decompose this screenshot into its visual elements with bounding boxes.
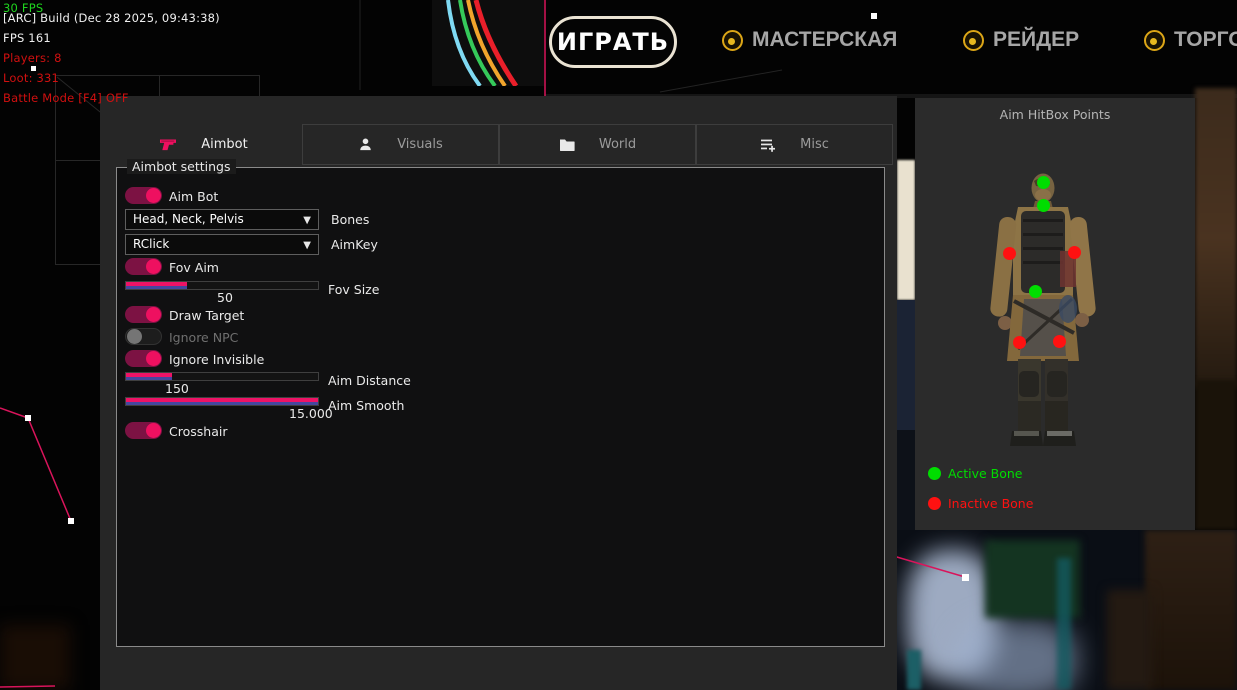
menu-item-label: МАСТЕРСКАЯ xyxy=(752,28,897,52)
draw-target-label: Draw Target xyxy=(169,308,244,323)
fov-size-slider[interactable] xyxy=(125,281,319,290)
legend-label: Inactive Bone xyxy=(948,496,1033,511)
hitbox-point-right-arm xyxy=(1068,246,1081,259)
loot-count: Loot: 331 xyxy=(3,71,59,85)
tab-misc[interactable]: Misc xyxy=(696,124,893,165)
aim-distance-label: Aim Distance xyxy=(328,373,411,388)
battle-mode-status: Battle Mode [F4] OFF xyxy=(3,91,129,105)
hitbox-point-left-arm xyxy=(1003,247,1016,260)
active-bone-dot-icon xyxy=(928,467,941,480)
players-count: Players: 8 xyxy=(3,51,62,65)
legend-label: Active Bone xyxy=(948,466,1022,481)
aimkey-label: AimKey xyxy=(331,237,378,252)
draw-target-toggle[interactable] xyxy=(125,306,162,323)
background-wall xyxy=(897,430,915,530)
hitbox-point-right-knee xyxy=(1053,335,1066,348)
background-rocks xyxy=(1195,380,1237,530)
aim-smooth-value: 15.000 xyxy=(289,406,333,421)
hitbox-point-neck xyxy=(1037,199,1050,212)
background-street xyxy=(897,530,1237,690)
aimbot-settings-group: Aimbot settings Aim Bot Head, Neck, Pelv… xyxy=(116,167,885,647)
rainbow-decal xyxy=(432,0,544,86)
background-shadow xyxy=(0,625,70,690)
play-button[interactable]: ИГРАТЬ xyxy=(549,16,677,68)
aimkey-dropdown[interactable]: RClick ▼ xyxy=(125,234,319,255)
hitbox-point-left-knee xyxy=(1013,336,1026,349)
fov-size-value: 50 xyxy=(217,290,233,305)
tab-world[interactable]: World xyxy=(499,124,696,165)
legend-inactive-bone: Inactive Bone xyxy=(928,496,1033,511)
ignore-npc-toggle[interactable] xyxy=(125,328,162,345)
cheat-menu-panel: Aimbot Visuals World Misc xyxy=(100,96,897,690)
aim-bot-label: Aim Bot xyxy=(169,189,218,204)
legend-active-bone: Active Bone xyxy=(928,466,1022,481)
fov-aim-label: Fov Aim xyxy=(169,260,219,275)
hitbox-panel: Aim HitBox Points xyxy=(915,98,1195,530)
background-wall xyxy=(897,160,915,300)
ignore-invisible-toggle[interactable] xyxy=(125,350,162,367)
bones-dropdown-value: Head, Neck, Pelvis xyxy=(133,212,244,226)
pistol-icon xyxy=(159,138,177,152)
background-rocks xyxy=(1195,88,1237,388)
ignore-invisible-label: Ignore Invisible xyxy=(169,352,264,367)
menu-item-trade[interactable]: ТОРГО xyxy=(1144,28,1237,52)
tab-visuals[interactable]: Visuals xyxy=(302,124,499,165)
menu-item-label: ТОРГО xyxy=(1174,28,1237,52)
chevron-down-icon: ▼ xyxy=(303,211,311,230)
crosshair-toggle[interactable] xyxy=(125,422,162,439)
person-icon xyxy=(358,137,373,152)
folder-icon xyxy=(559,138,575,152)
coin-icon xyxy=(963,30,984,51)
playlist-add-icon xyxy=(760,137,776,153)
build-info: [ARC] Build (Dec 28 2025, 09:43:38) xyxy=(3,11,220,25)
hitbox-point-pelvis xyxy=(1029,285,1042,298)
aimkey-dropdown-value: RClick xyxy=(133,237,169,251)
menu-item-label: РЕЙДЕР xyxy=(993,28,1079,52)
chevron-down-icon: ▼ xyxy=(303,236,311,255)
group-title: Aimbot settings xyxy=(127,159,236,174)
fov-aim-toggle[interactable] xyxy=(125,258,162,275)
menu-item-workshop[interactable]: МАСТЕРСКАЯ xyxy=(722,28,897,52)
bones-dropdown[interactable]: Head, Neck, Pelvis ▼ xyxy=(125,209,319,230)
coin-icon xyxy=(722,30,743,51)
bones-label: Bones xyxy=(331,212,369,227)
fps-info: FPS 161 xyxy=(3,31,51,45)
coin-icon xyxy=(1144,30,1165,51)
menu-item-raider[interactable]: РЕЙДЕР xyxy=(963,28,1079,52)
aim-bot-toggle[interactable] xyxy=(125,187,162,204)
aim-smooth-label: Aim Smooth xyxy=(328,398,404,413)
tab-label: Misc xyxy=(800,137,829,152)
ignore-npc-label: Ignore NPC xyxy=(169,330,238,345)
background-wall xyxy=(897,300,915,430)
aim-distance-slider[interactable] xyxy=(125,372,319,381)
tab-label: World xyxy=(599,137,636,152)
tab-label: Visuals xyxy=(397,137,443,152)
crosshair-label: Crosshair xyxy=(169,424,227,439)
aim-smooth-slider[interactable] xyxy=(125,397,319,406)
aim-distance-value: 150 xyxy=(165,381,189,396)
tab-label: Aimbot xyxy=(201,137,247,152)
fov-size-label: Fov Size xyxy=(328,282,379,297)
game-screen: 30 FPS [ARC] Build (Dec 28 2025, 09:43:3… xyxy=(0,0,1237,690)
inactive-bone-dot-icon xyxy=(928,497,941,510)
hitbox-point-head xyxy=(1037,176,1050,189)
